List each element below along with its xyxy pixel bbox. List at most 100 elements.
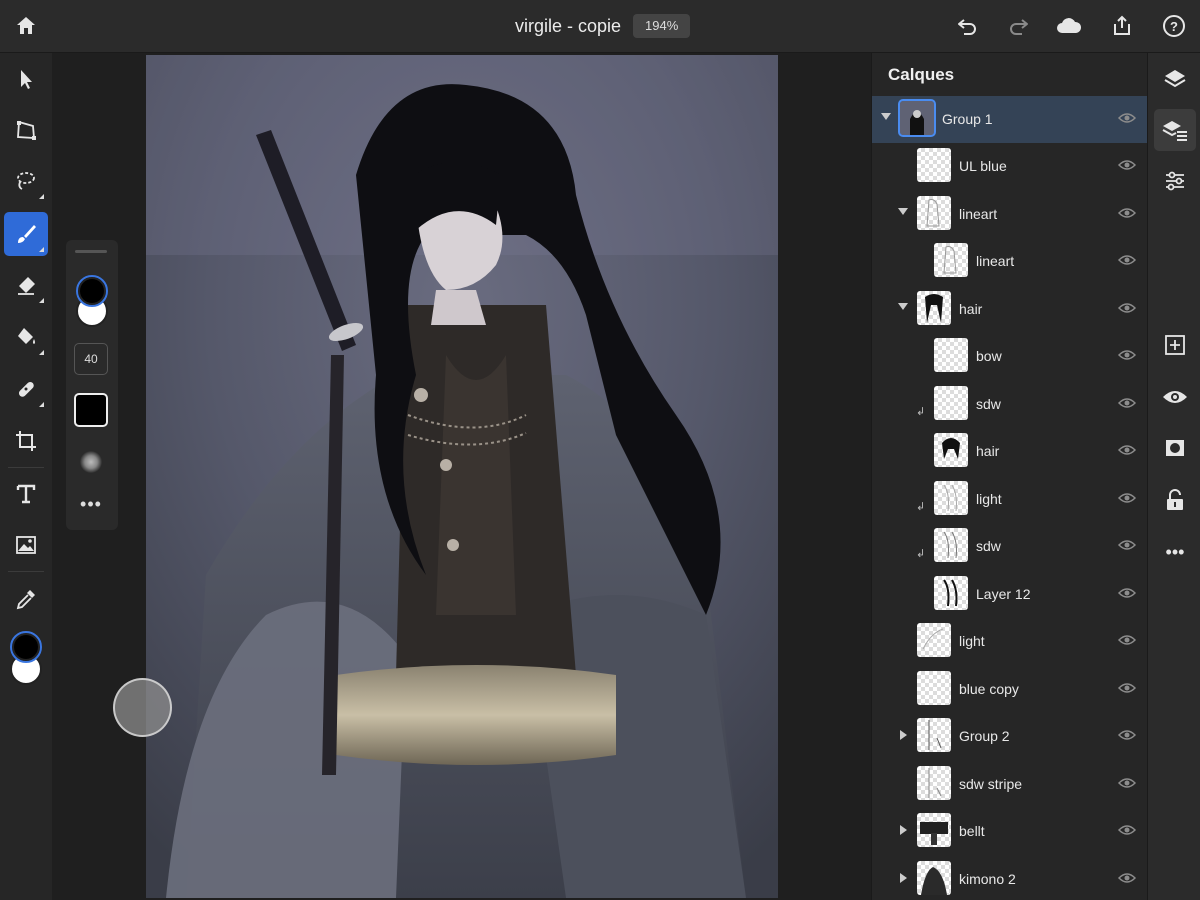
layer-thumbnail — [934, 338, 968, 372]
eye-icon[interactable] — [1118, 158, 1136, 172]
layer-row[interactable]: ↲ sdw — [872, 523, 1148, 570]
eye-icon[interactable] — [1118, 348, 1136, 362]
layer-row[interactable]: lineart — [872, 191, 1148, 238]
place-image-icon[interactable] — [4, 523, 48, 567]
layer-thumbnail — [917, 766, 951, 800]
layers-icon[interactable] — [1154, 58, 1196, 100]
touch-modifier-button[interactable] — [113, 678, 172, 737]
select-icon[interactable] — [4, 57, 48, 101]
healing-icon[interactable] — [4, 367, 48, 411]
layer-name: kimono 2 — [959, 871, 1016, 887]
layer-row[interactable]: light — [872, 618, 1148, 665]
brush-more-button[interactable]: ••• — [66, 494, 116, 515]
eyedropper-icon[interactable] — [4, 577, 48, 621]
expand-caret-icon[interactable] — [900, 730, 907, 740]
layer-thumbnail — [917, 291, 951, 325]
mask-icon[interactable] — [1154, 427, 1196, 469]
layer-name: Group 1 — [942, 111, 993, 127]
layer-row[interactable]: bellt — [872, 808, 1148, 855]
brush-foreground-color[interactable] — [76, 275, 108, 307]
layer-properties-icon[interactable] — [1154, 109, 1196, 151]
layer-name: light — [959, 633, 985, 649]
document-title-bar: virgile - copie 194% — [515, 14, 691, 38]
eye-icon[interactable] — [1118, 396, 1136, 410]
eye-icon[interactable] — [1118, 206, 1136, 220]
eye-icon[interactable] — [1118, 586, 1136, 600]
top-bar: virgile - copie 194% ? — [0, 0, 1200, 53]
layer-row[interactable]: ↲ light — [872, 476, 1148, 523]
layer-thumbnail — [934, 576, 968, 610]
eye-icon[interactable] — [1118, 491, 1136, 505]
eye-icon[interactable] — [1118, 253, 1136, 267]
eye-icon[interactable] — [1118, 823, 1136, 837]
brush-size-field[interactable]: 40 — [74, 343, 108, 375]
layer-name: Layer 12 — [976, 586, 1031, 602]
cloud-icon[interactable] — [1055, 12, 1083, 40]
foreground-color-swatch[interactable] — [10, 631, 42, 663]
layer-row[interactable]: ↲ sdw — [872, 381, 1148, 428]
layer-row[interactable]: hair — [872, 286, 1148, 333]
home-icon[interactable] — [12, 12, 40, 40]
layer-name: light — [976, 491, 1002, 507]
zoom-level[interactable]: 194% — [633, 14, 691, 38]
layer-row[interactable]: UL blue — [872, 143, 1148, 190]
crop-icon[interactable] — [4, 419, 48, 463]
artwork-canvas[interactable] — [146, 55, 778, 898]
layer-name: Group 2 — [959, 728, 1010, 744]
panel-grip[interactable] — [75, 250, 107, 253]
layer-thumbnail — [917, 861, 951, 895]
fill-icon[interactable] — [4, 315, 48, 359]
eye-icon[interactable] — [1118, 111, 1136, 125]
type-icon[interactable] — [4, 472, 48, 516]
canvas-area[interactable] — [52, 53, 871, 900]
help-icon[interactable]: ? — [1160, 12, 1188, 40]
eye-icon[interactable] — [1118, 728, 1136, 742]
layer-thumbnail — [917, 196, 951, 230]
eye-icon[interactable] — [1118, 443, 1136, 457]
layer-row[interactable]: bow — [872, 333, 1148, 380]
layer-row[interactable]: lineart — [872, 238, 1148, 285]
collapse-caret-icon[interactable] — [898, 208, 908, 215]
layer-row[interactable]: hair — [872, 428, 1148, 475]
redo-icon[interactable] — [1005, 12, 1033, 40]
document-name[interactable]: virgile - copie — [515, 14, 621, 38]
eye-icon[interactable] — [1118, 538, 1136, 552]
eye-icon[interactable] — [1118, 301, 1136, 315]
more-icon[interactable]: ••• — [1154, 531, 1196, 573]
collapse-caret-icon[interactable] — [898, 303, 908, 310]
lock-icon[interactable] — [1154, 479, 1196, 521]
eraser-icon[interactable] — [4, 263, 48, 307]
layer-name: sdw stripe — [959, 776, 1023, 792]
expand-caret-icon[interactable] — [900, 825, 907, 835]
collapse-caret-icon[interactable] — [881, 113, 891, 120]
clipping-mask-icon: ↲ — [916, 406, 926, 418]
add-layer-icon[interactable] — [1154, 324, 1196, 366]
tool-separator — [8, 467, 44, 468]
eye-icon[interactable] — [1118, 681, 1136, 695]
brush-icon[interactable] — [4, 212, 48, 256]
layer-row[interactable]: Group 1 — [872, 96, 1148, 143]
eye-icon[interactable] — [1118, 633, 1136, 647]
svg-text:?: ? — [1170, 19, 1178, 34]
layer-row[interactable]: Layer 12 — [872, 571, 1148, 618]
brush-flow-swatch[interactable] — [74, 393, 108, 427]
expand-caret-icon[interactable] — [900, 873, 907, 883]
undo-icon[interactable] — [953, 12, 981, 40]
tool-separator — [8, 571, 44, 572]
layer-name: blue copy — [959, 681, 1019, 697]
layer-row[interactable]: blue copy — [872, 666, 1148, 713]
brush-hardness-icon[interactable] — [80, 451, 102, 473]
visibility-icon[interactable] — [1154, 376, 1196, 418]
eye-icon[interactable] — [1118, 776, 1136, 790]
layer-thumbnail — [898, 99, 936, 137]
adjustments-icon[interactable] — [1154, 160, 1196, 202]
layer-row[interactable]: sdw stripe — [872, 761, 1148, 808]
eye-icon[interactable] — [1118, 871, 1136, 885]
layers-panel-title: Calques — [888, 65, 955, 84]
lasso-icon[interactable] — [4, 159, 48, 203]
share-icon[interactable] — [1108, 12, 1136, 40]
layer-row[interactable]: Group 2 — [872, 713, 1148, 760]
layer-row[interactable]: kimono 2 — [872, 856, 1148, 900]
layer-thumbnail — [917, 813, 951, 847]
transform-icon[interactable] — [4, 108, 48, 152]
